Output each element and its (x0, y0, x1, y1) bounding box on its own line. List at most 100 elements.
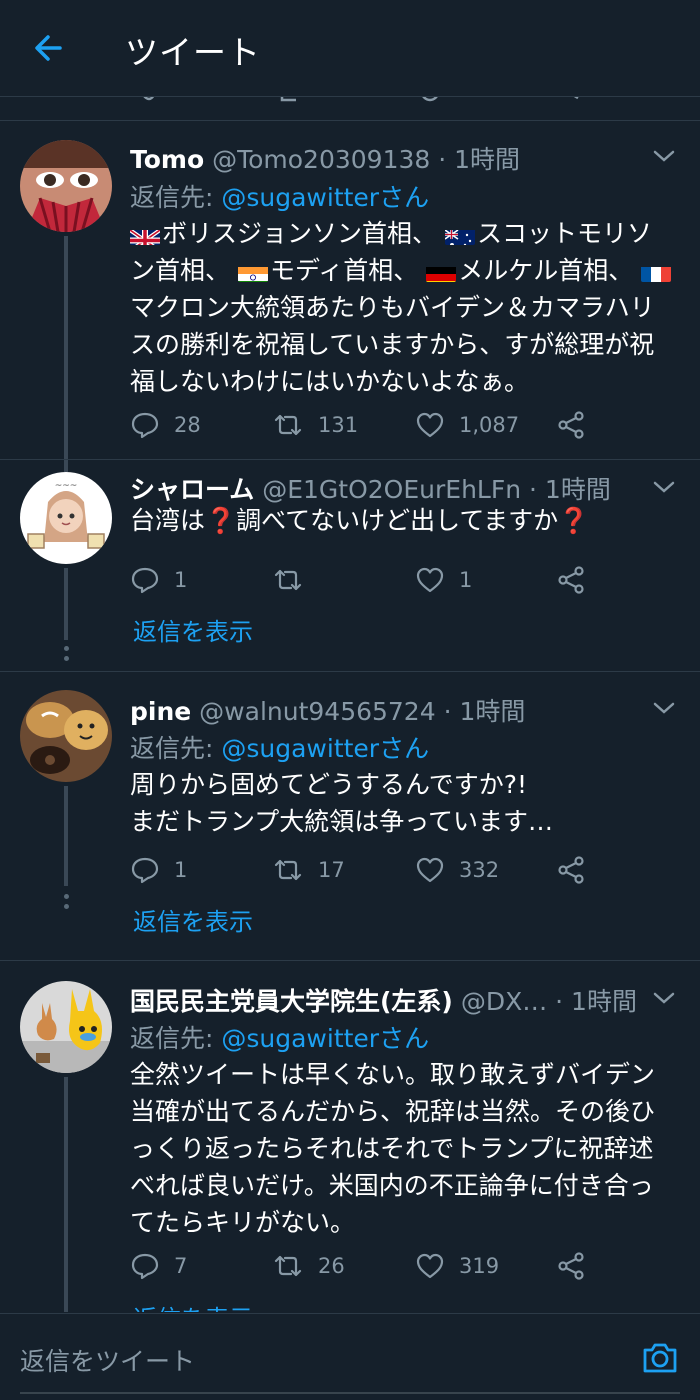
reply-input[interactable]: 返信をツイート (20, 1342, 195, 1378)
chevron-down-icon[interactable] (652, 475, 676, 499)
reply-icon (131, 567, 159, 594)
retweet-button[interactable] (272, 560, 318, 600)
previous-tweet-actions (0, 96, 700, 121)
germany-flag-icon (426, 261, 457, 282)
heart-icon (416, 857, 444, 883)
thread-line (64, 1077, 68, 1312)
user-handle: @walnut94565724 (199, 697, 436, 726)
avatar[interactable]: ~~~ (20, 472, 112, 564)
tweet-pine[interactable]: pine @walnut94565724 · 1時間 返信先: @sugawit… (0, 672, 700, 961)
reply-count: 7 (174, 1254, 188, 1278)
retweet-count: 26 (318, 1254, 345, 1278)
like-count: 332 (459, 858, 500, 882)
camera-icon[interactable] (640, 1338, 680, 1378)
tweet-text: ボリスジョンソン首相、 スコットモリソン首相、 モディ首相、 メルケル首相、 マ… (130, 215, 675, 400)
share-icon (558, 411, 584, 439)
share-button[interactable] (556, 560, 600, 600)
svg-text:~~~: ~~~ (55, 481, 78, 491)
display-name[interactable]: シャローム (130, 475, 254, 504)
retweet-button[interactable]: 131 (272, 405, 358, 445)
tweet-text-segment: メルケル首相、 (458, 256, 634, 285)
tweet-header: pine @walnut94565724 · 1時間 (130, 692, 660, 728)
retweet-count: 131 (318, 413, 359, 437)
reply-count: 1 (174, 568, 188, 592)
reply-to-prefix: 返信先: (130, 734, 222, 763)
tweet-text: 台湾は❓調べてないけど出してますか❓ (130, 502, 675, 539)
tweet-text: 全然ツイートは早くない。取り敢えずバイデン当確が出てるんだから、祝辞は当然。その… (130, 1060, 656, 1237)
display-name[interactable]: 国民民主党員大学院生(左系) (130, 987, 453, 1016)
thread-line (64, 786, 68, 886)
reply-button[interactable]: 1 (130, 560, 187, 600)
display-name[interactable]: pine (130, 697, 191, 726)
tweet-header: 国民民主党員大学院生(左系) @DX… · 1時間 (130, 982, 660, 1018)
retweet-icon (274, 569, 302, 591)
tweet-dx[interactable]: 国民民主党員大学院生(左系) @DX… · 1時間 返信先: @sugawitt… (0, 961, 700, 1312)
avatar-image-icon: ~~~ (20, 472, 112, 564)
tweet-text-segment: モディ首相、 (269, 256, 419, 285)
reply-to: 返信先: @sugawitterさん (130, 178, 429, 214)
reply-to-link[interactable]: @sugawitterさん (221, 183, 429, 212)
share-button[interactable] (556, 405, 600, 445)
retweet-count: 17 (318, 858, 345, 882)
show-replies-link[interactable]: 返信を表示 (133, 1299, 253, 1312)
retweet-button[interactable]: 26 (272, 1246, 345, 1286)
retweet-icon (274, 1255, 302, 1277)
tweet-text-segment: 調べてないけど出してますか (236, 506, 559, 535)
france-flag-icon (641, 261, 672, 282)
reply-to-link[interactable]: @sugawitterさん (221, 1024, 429, 1053)
like-count: 319 (459, 1254, 500, 1278)
avatar[interactable] (20, 981, 112, 1073)
share-button[interactable] (556, 850, 600, 890)
reply-to: 返信先: @sugawitterさん (130, 729, 429, 765)
like-button[interactable]: 319 (415, 1246, 499, 1286)
reply-button[interactable]: 1 (130, 850, 187, 890)
like-button[interactable]: 1 (415, 560, 472, 600)
chevron-down-icon[interactable] (652, 144, 676, 168)
display-name[interactable]: Tomo (130, 145, 204, 174)
share-icon (558, 1252, 584, 1280)
tweet-header: シャローム @E1GtO2OEurEhLFn · 1時間 (130, 470, 660, 506)
reply-button[interactable]: 28 (130, 405, 201, 445)
tweet-actions: 1 17 332 (130, 850, 600, 890)
reply-composer: 返信をツイート (0, 1313, 700, 1400)
like-button[interactable]: 332 (415, 850, 499, 890)
avatar[interactable] (20, 690, 112, 782)
reply-to-link[interactable]: @sugawitterさん (221, 734, 429, 763)
tweet-actions: 28 131 1,087 (130, 405, 600, 445)
back-arrow-icon[interactable] (30, 28, 70, 68)
timestamp: · 1時間 (430, 145, 521, 174)
tweet-text-line: まだトランプ大統領は争っています… (130, 807, 554, 836)
top-app-bar: ツイート (0, 0, 700, 97)
tweet-shalom[interactable]: ~~~ シャローム @E1GtO2OEurEhLFn · 1時間 台湾は❓調べて… (0, 460, 700, 672)
heart-icon (416, 412, 444, 438)
avatar[interactable] (20, 140, 112, 232)
share-button[interactable] (556, 1246, 600, 1286)
chevron-down-icon[interactable] (652, 696, 676, 720)
heart-icon (416, 1253, 444, 1279)
tweet-tomo[interactable]: Tomo @Tomo20309138 · 1時間 返信先: @sugawitte… (0, 122, 700, 460)
like-count: 1 (459, 568, 473, 592)
like-button[interactable]: 1,087 (415, 405, 519, 445)
tweet-actions: 7 26 319 (130, 1246, 600, 1286)
reply-to-prefix: 返信先: (130, 183, 222, 212)
reply-icon (131, 857, 159, 884)
page-title: ツイート (125, 33, 261, 72)
user-handle: @DX… (460, 987, 548, 1016)
timestamp: · 1時間 (521, 475, 611, 504)
timestamp: · 1時間 (435, 697, 526, 726)
reply-to: 返信先: @sugawitterさん (130, 1019, 429, 1055)
user-handle: @Tomo20309138 (212, 145, 431, 174)
avatar-image-icon (20, 140, 112, 232)
tweet-text-segment: マクロン大統領あたりもバイデン＆カマラハリスの勝利を祝福していますから、すが総理… (130, 293, 655, 396)
retweet-button[interactable]: 17 (272, 850, 345, 890)
reply-button[interactable]: 7 (130, 1246, 187, 1286)
tweet-text-segment: ボリスジョンソン首相、 (162, 219, 438, 248)
thread-line (64, 460, 68, 472)
show-replies-link[interactable]: 返信を表示 (133, 902, 253, 937)
share-icon (558, 566, 584, 594)
australia-flag-icon (444, 224, 475, 245)
show-replies-link[interactable]: 返信を表示 (133, 612, 253, 647)
like-count: 1,087 (459, 413, 520, 437)
thread-line (64, 236, 68, 459)
chevron-down-icon[interactable] (652, 986, 676, 1010)
